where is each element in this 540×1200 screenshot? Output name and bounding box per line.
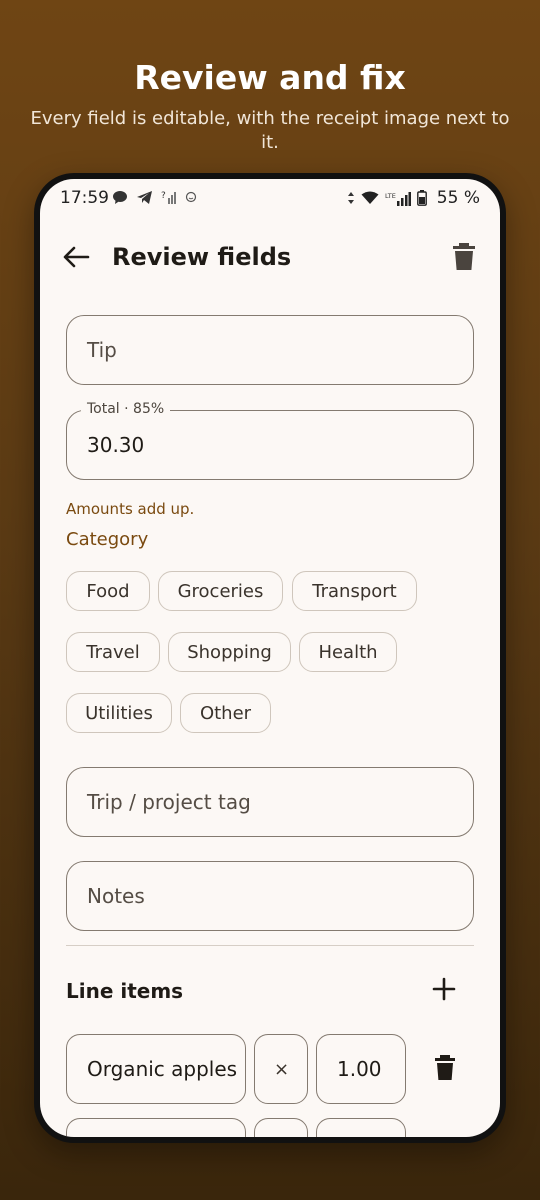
category-label: Category — [66, 529, 149, 550]
trip-tag-field[interactable]: Trip / project tag — [66, 767, 474, 837]
line-item-name-input[interactable] — [66, 1118, 246, 1137]
line-item-multiplier: × — [254, 1034, 308, 1104]
section-divider — [66, 945, 474, 946]
chip-other[interactable]: Other — [180, 693, 271, 733]
wifi-icon — [361, 191, 379, 204]
phone-frame: 17:59 ? LTE 55 % Review fields Tip Total… — [34, 173, 506, 1143]
total-label: Total · 85% — [81, 401, 171, 417]
trip-tag-placeholder: Trip / project tag — [87, 790, 251, 814]
line-item-quantity-value: 1.00 — [337, 1057, 382, 1081]
battery-percent: 55 % — [436, 188, 480, 208]
total-field[interactable]: Total · 85% 30.30 — [66, 401, 474, 480]
data-arrows-icon — [347, 192, 354, 204]
chip-health[interactable]: Health — [299, 632, 397, 672]
chip-food[interactable]: Food — [66, 571, 150, 611]
telegram-icon — [137, 190, 152, 204]
chip-utilities[interactable]: Utilities — [66, 693, 172, 733]
line-item-name-input[interactable]: Organic apples — [66, 1034, 246, 1104]
status-time: 17:59 — [60, 188, 109, 208]
notes-field[interactable]: Notes — [66, 861, 474, 931]
promo-title: Review and fix — [134, 58, 406, 97]
total-support-text: Amounts add up. — [66, 500, 195, 518]
tip-field[interactable]: Tip — [66, 315, 474, 385]
line-item-quantity-input[interactable] — [316, 1118, 406, 1137]
tip-placeholder: Tip — [87, 338, 117, 362]
chip-transport[interactable]: Transport — [292, 571, 417, 611]
system-icons: LTE 55 % — [347, 188, 480, 208]
page-title: Review fields — [112, 243, 292, 271]
line-item-quantity-input[interactable]: 1.00 — [316, 1034, 406, 1104]
status-bar: 17:59 ? LTE 55 % — [40, 179, 500, 223]
delete-line-item-icon[interactable] — [434, 1055, 456, 1081]
battery-icon — [416, 190, 427, 206]
chip-groceries[interactable]: Groceries — [158, 571, 283, 611]
chat-bubble-icon — [113, 190, 127, 204]
face-icon — [185, 191, 197, 203]
chip-travel[interactable]: Travel — [66, 632, 160, 672]
app-screen: 17:59 ? LTE 55 % Review fields Tip Total… — [40, 179, 500, 1137]
total-value: 30.30 — [87, 433, 145, 457]
notes-placeholder: Notes — [87, 884, 145, 908]
line-items-title: Line items — [66, 979, 184, 1003]
multiply-sign: × — [274, 1059, 290, 1080]
line-item-name-value: Organic apples — [87, 1057, 238, 1081]
no-signal-icon: ? — [161, 191, 176, 204]
lte-signal-icon: LTE — [385, 191, 411, 206]
top-app-bar: Review fields — [40, 235, 500, 279]
delete-icon[interactable] — [452, 243, 476, 271]
line-item-multiplier — [254, 1118, 308, 1137]
add-icon[interactable] — [432, 977, 456, 1001]
notification-icons: ? — [112, 189, 197, 205]
promo-subtitle: Every field is editable, with the receip… — [30, 108, 510, 153]
svg-text:?: ? — [161, 191, 166, 201]
network-label: LTE — [385, 192, 396, 200]
back-arrow-icon[interactable] — [62, 245, 90, 269]
chip-shopping[interactable]: Shopping — [168, 632, 291, 672]
